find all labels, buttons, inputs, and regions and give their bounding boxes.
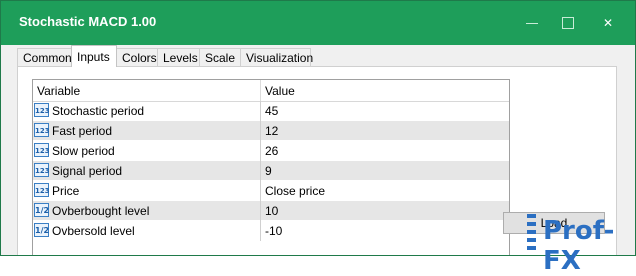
integer-icon: 123 bbox=[34, 143, 50, 157]
input-row-stochastic-period[interactable]: 123 Stochastic period 45 bbox=[33, 101, 509, 121]
input-value[interactable]: 26 bbox=[265, 144, 278, 158]
grid-header: Variable Value bbox=[33, 80, 509, 102]
input-name: Fast period bbox=[52, 124, 113, 138]
column-divider[interactable] bbox=[260, 80, 261, 101]
input-value[interactable]: 9 bbox=[265, 164, 272, 178]
input-value[interactable]: Close price bbox=[265, 184, 325, 198]
input-row-fast-period[interactable]: 123 Fast period 12 bbox=[33, 121, 509, 141]
double-icon: 1/2 bbox=[34, 223, 49, 237]
close-button[interactable]: ✕ bbox=[596, 12, 620, 34]
inputs-grid: Variable Value 123 Stochastic period 45 … bbox=[32, 79, 510, 255]
title-bar[interactable]: Stochastic MACD 1.00 ✕ bbox=[1, 1, 635, 45]
minimize-button[interactable] bbox=[520, 12, 544, 34]
input-value[interactable]: 12 bbox=[265, 124, 278, 138]
integer-icon: 123 bbox=[34, 123, 50, 137]
input-value[interactable]: 10 bbox=[265, 204, 278, 218]
tab-visualization[interactable]: Visualization bbox=[240, 48, 313, 66]
tab-levels[interactable]: Levels bbox=[157, 48, 200, 66]
column-header-variable[interactable]: Variable bbox=[37, 84, 80, 98]
window-title: Stochastic MACD 1.00 bbox=[19, 14, 157, 29]
input-row-oversold-level[interactable]: 1/2 Ovbersold level -10 bbox=[33, 221, 509, 241]
input-row-slow-period[interactable]: 123 Slow period 26 bbox=[33, 141, 509, 161]
tab-bar: Common Inputs Colors Levels Scale Visual… bbox=[17, 45, 617, 67]
input-name: Ovbersold level bbox=[52, 224, 135, 238]
input-name: Slow period bbox=[52, 144, 115, 158]
tab-scale[interactable]: Scale bbox=[199, 48, 241, 66]
input-name: Price bbox=[52, 184, 80, 198]
maximize-button[interactable] bbox=[556, 12, 580, 34]
input-row-price[interactable]: 123 Price Close price bbox=[33, 181, 509, 201]
input-row-signal-period[interactable]: 123 Signal period 9 bbox=[33, 161, 509, 181]
integer-icon: 123 bbox=[34, 103, 50, 117]
close-icon: ✕ bbox=[602, 16, 614, 30]
tab-common[interactable]: Common bbox=[17, 48, 72, 66]
integer-icon: 123 bbox=[34, 163, 50, 177]
double-icon: 1/2 bbox=[34, 203, 49, 217]
input-value[interactable]: -10 bbox=[265, 224, 282, 238]
maximize-icon bbox=[562, 17, 574, 29]
input-value[interactable]: 45 bbox=[265, 104, 278, 118]
input-row-overbought-level[interactable]: 1/2 Ovberbought level 10 bbox=[33, 201, 509, 221]
input-name: Ovberbought level bbox=[52, 204, 150, 218]
minimize-icon bbox=[526, 23, 538, 24]
column-header-value[interactable]: Value bbox=[265, 84, 295, 98]
input-name: Signal period bbox=[52, 164, 123, 178]
watermark-text: Prof-FX bbox=[543, 216, 615, 276]
tab-colors[interactable]: Colors bbox=[116, 48, 158, 66]
prof-fx-logo: Prof-FX bbox=[521, 210, 631, 276]
integer-icon: 123 bbox=[34, 183, 50, 197]
input-name: Stochastic period bbox=[52, 104, 145, 118]
tab-inputs[interactable]: Inputs bbox=[71, 45, 117, 67]
